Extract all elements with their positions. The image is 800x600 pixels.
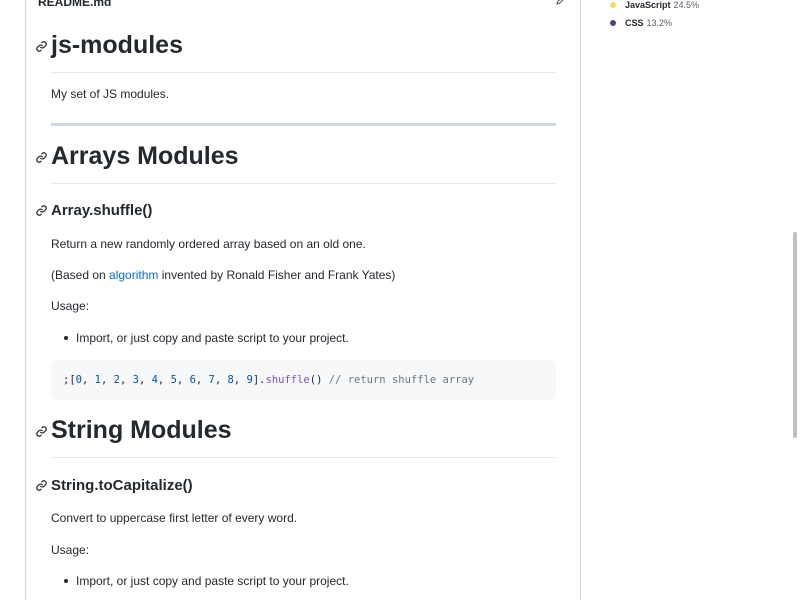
language-name: CSS: [625, 18, 644, 28]
language-item-css[interactable]: CSS 13.2%: [610, 18, 672, 28]
code-number: 1: [94, 374, 101, 386]
bullet: [64, 336, 68, 340]
shuffle-heading: Array.shuffle(): [51, 202, 153, 219]
capitalize-heading: String.toCapitalize(): [51, 477, 193, 494]
code-number: 7: [208, 374, 215, 386]
code-number: 8: [227, 374, 234, 386]
language-item-javascript[interactable]: JavaScript 24.5%: [610, 0, 699, 10]
heading-divider: [51, 183, 556, 184]
heading-divider: [51, 72, 556, 73]
based-on-text: (Based on algorithm invented by Ronald F…: [51, 268, 395, 282]
description-text: My set of JS modules.: [51, 87, 170, 101]
scrollbar-thumb[interactable]: [793, 232, 797, 438]
link-icon[interactable]: [35, 204, 48, 217]
usage-label: Usage:: [51, 543, 90, 557]
based-on-suffix: invented by Ronald Fisher and Frank Yate…: [158, 268, 396, 282]
link-icon[interactable]: [35, 479, 48, 492]
readme-card: README.md js-modules My set of JS module…: [25, 0, 581, 600]
link-icon[interactable]: [35, 40, 48, 53]
language-color-dot: [610, 2, 616, 8]
shuffle-description: Return a new randomly ordered array base…: [51, 237, 366, 251]
code-function: shuffle: [265, 374, 310, 386]
page-title: js-modules: [51, 31, 183, 59]
based-on-prefix: (Based on: [51, 268, 110, 282]
language-percent: 24.5%: [673, 0, 700, 10]
horizontal-rule: [51, 123, 556, 126]
code-number: 3: [132, 374, 139, 386]
code-number: 5: [170, 374, 177, 386]
language-name: JavaScript: [625, 0, 671, 10]
bullet: [64, 579, 68, 583]
pencil-icon[interactable]: [554, 0, 568, 7]
capitalize-description: Convert to uppercase first letter of eve…: [51, 511, 298, 525]
code-comment: // return shuffle array: [328, 374, 475, 386]
code-punct: ].: [252, 374, 266, 386]
code-number: 2: [113, 374, 120, 386]
heading-divider: [51, 457, 556, 458]
link-icon[interactable]: [35, 151, 48, 164]
list-item-text: Import, or just copy and paste script to…: [76, 574, 349, 588]
readme-filename: README.md: [38, 0, 112, 9]
code-number: 4: [151, 374, 158, 386]
string-heading: String Modules: [51, 416, 232, 444]
code-number: 0: [75, 374, 82, 386]
code-punct: (): [309, 374, 329, 386]
list-item-text: Import, or just copy and paste script to…: [76, 331, 349, 345]
language-percent: 13.2%: [646, 18, 673, 28]
list-item: Import, or just copy and paste script to…: [64, 331, 349, 345]
algorithm-link[interactable]: algorithm: [109, 268, 158, 282]
list-item: Import, or just copy and paste script to…: [64, 574, 349, 588]
code-punct: ;[: [63, 374, 76, 386]
language-color-dot: [610, 20, 616, 26]
usage-label: Usage:: [51, 299, 90, 313]
code-block[interactable]: ;[0, 1, 2, 3, 4, 5, 6, 7, 8, 9].shuffle(…: [51, 360, 556, 400]
code-number: 6: [189, 374, 196, 386]
arrays-heading: Arrays Modules: [51, 142, 239, 170]
link-icon[interactable]: [35, 425, 48, 438]
page: JavaScript 24.5% CSS 13.2% README.md js-mo…: [0, 0, 800, 600]
